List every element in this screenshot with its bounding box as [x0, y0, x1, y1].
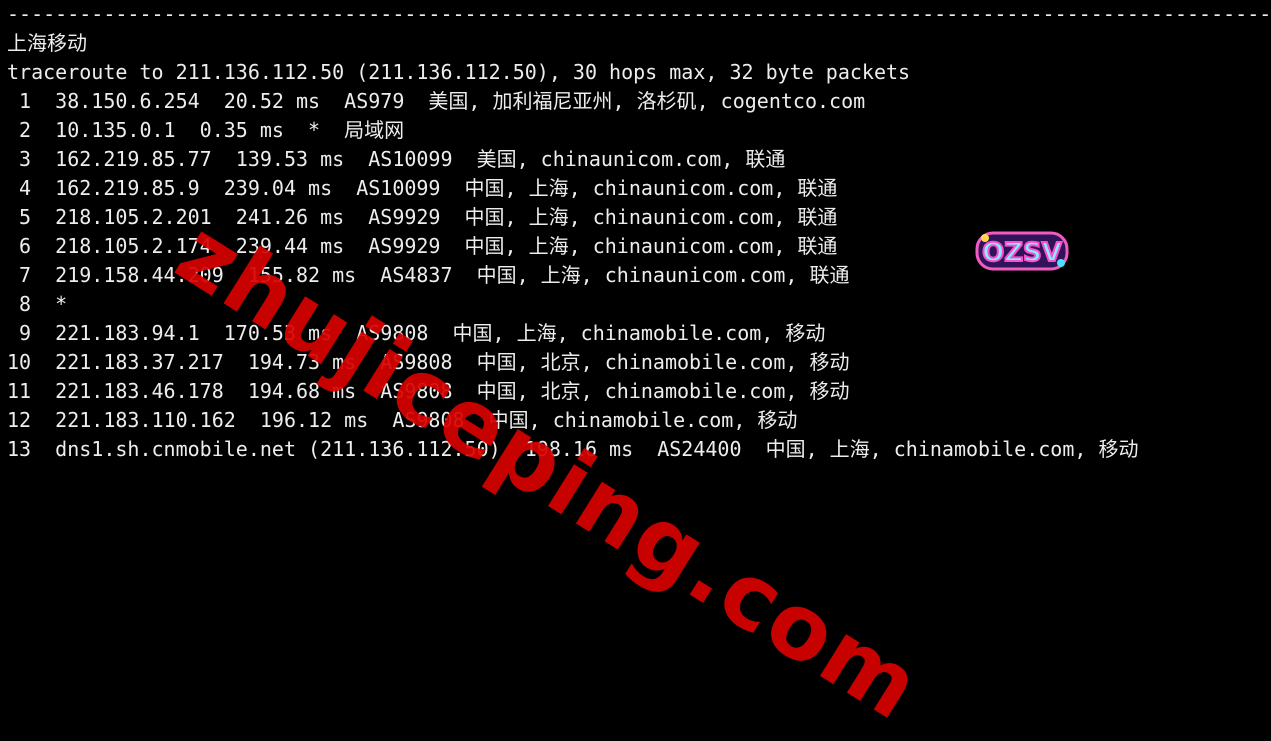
hop-line: 2 10.135.0.1 0.35 ms * 局域网	[7, 118, 405, 142]
hop-line: 8 *	[7, 292, 68, 316]
hop-line: 10 221.183.37.217 194.73 ms AS9808 中国, 北…	[7, 350, 850, 374]
hop-line: 5 218.105.2.201 241.26 ms AS9929 中国, 上海,…	[7, 205, 838, 229]
hop-line: 11 221.183.46.178 194.68 ms AS9808 中国, 北…	[7, 379, 850, 403]
terminal-output: ----------------------------------------…	[7, 0, 1271, 475]
hop-line: 13 dns1.sh.cnmobile.net (211.136.112.50)…	[7, 437, 1139, 461]
hop-line: 9 221.183.94.1 170.53 ms AS9808 中国, 上海, …	[7, 321, 826, 345]
hop-line: 6 218.105.2.174 239.44 ms AS9929 中国, 上海,…	[7, 234, 838, 258]
hop-line: 7 219.158.44.209 155.82 ms AS4837 中国, 上海…	[7, 263, 850, 287]
hop-line: 4 162.219.85.9 239.04 ms AS10099 中国, 上海,…	[7, 176, 838, 200]
terminal-title: 上海移动	[7, 31, 87, 55]
hop-line: 1 38.150.6.254 20.52 ms AS979 美国, 加利福尼亚州…	[7, 89, 866, 113]
hop-line: 12 221.183.110.162 196.12 ms AS9808 中国, …	[7, 408, 798, 432]
hop-line: 3 162.219.85.77 139.53 ms AS10099 美国, ch…	[7, 147, 786, 171]
traceroute-header: traceroute to 211.136.112.50 (211.136.11…	[7, 60, 911, 84]
separator-line: ----------------------------------------…	[7, 2, 1271, 26]
